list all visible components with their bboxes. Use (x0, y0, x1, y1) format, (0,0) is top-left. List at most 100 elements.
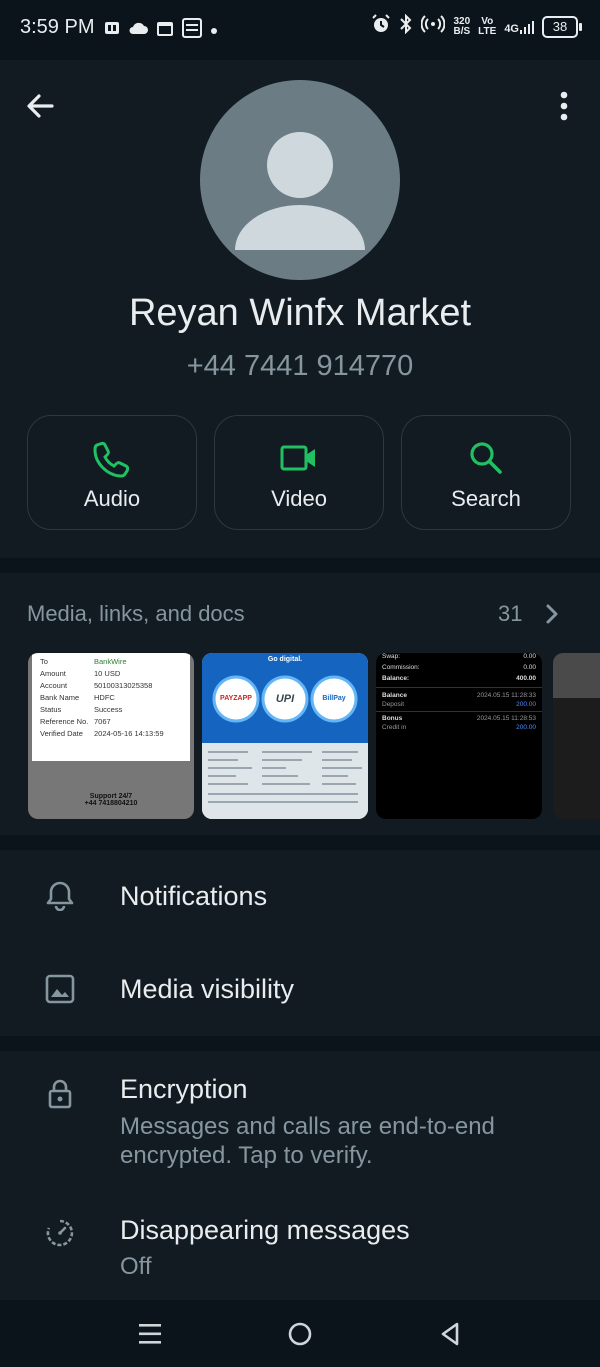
status-left-icons (104, 18, 218, 43)
hotspot-icon (421, 14, 446, 39)
contact-name: Reyan Winfx Market (128, 292, 472, 334)
alarm-icon (371, 14, 391, 39)
battery-icon: 38 (542, 15, 582, 38)
recent-apps-button[interactable] (137, 1321, 163, 1347)
status-time: 3:59 PM (20, 16, 95, 38)
commission-value: 0.00 (523, 664, 536, 671)
encryption-label: Encryption (120, 1074, 248, 1104)
back-triangle-icon (441, 1322, 459, 1346)
dot-icon (210, 22, 218, 40)
entry1-sub: Deposit (382, 701, 405, 708)
billpay-logo: BillPay (322, 695, 346, 702)
entry1-title: Balance (382, 692, 407, 699)
receipt-key: To (40, 657, 48, 666)
net-speed: 320 B/S (453, 15, 471, 37)
battery-level: 38 (552, 19, 568, 34)
system-back-button[interactable] (437, 1321, 463, 1347)
go-digital-heading: Go digital. (267, 656, 303, 663)
media-thumbnail-go-digital[interactable]: Go digital. PAYZAPP UPI BillPay (202, 653, 368, 819)
media-count[interactable]: 31 (498, 601, 522, 627)
media-thumbnail-balance[interactable]: Swap: 0.00 Commission: 0.00 Balance: 400… (376, 653, 542, 819)
home-button[interactable] (287, 1321, 313, 1347)
back-button[interactable] (22, 88, 58, 124)
partial-thumb-top (553, 653, 600, 698)
divider (376, 711, 542, 712)
signal-indicator: 4G (504, 20, 534, 34)
balance-value: 400.00 (516, 675, 536, 682)
signal-icon (520, 20, 534, 34)
entry2-amount: 200.00 (516, 724, 536, 731)
receipt-key: Reference No. (40, 717, 89, 726)
media-visibility-row[interactable]: Media visibility (0, 943, 600, 1036)
receipt-key: Status (40, 705, 62, 714)
receipt-value: BankWire (94, 657, 127, 666)
balance-label: Balance: (382, 675, 410, 682)
receipt-key: Bank Name (40, 693, 80, 702)
entry1-date: 2024.05.15 11:28:33 (476, 692, 536, 699)
go-digital-graphic (202, 653, 368, 819)
payzapp-logo: PAYZAPP (220, 695, 252, 702)
entry2-date: 2024.05.15 11:28:53 (476, 715, 536, 722)
entry2-sub: Credit in (382, 724, 407, 731)
timer-icon (46, 1219, 74, 1247)
volte-bottom: LTE (478, 25, 497, 37)
video-icon (215, 438, 383, 478)
search-button[interactable]: Search (401, 415, 571, 530)
receipt-key: Account (40, 681, 68, 690)
media-thumbnail-partial[interactable] (553, 653, 600, 819)
cloud-icon (128, 21, 148, 40)
media-thumbnail-receipt[interactable]: To BankWire Amount 10 USD Account 501003… (28, 653, 194, 819)
entry1-amount: 200.00 (516, 701, 536, 708)
divider (376, 687, 542, 688)
bluetooth-icon (399, 13, 413, 39)
audio-label: Audio (83, 486, 141, 511)
receipt-card: To BankWire Amount 10 USD Account 501003… (32, 653, 190, 761)
receipt-value: 7067 (94, 717, 111, 726)
calendar-icon (156, 19, 174, 42)
contact-phone: +44 7441 914770 (186, 350, 414, 382)
system-nav-bar (0, 1300, 600, 1367)
commission-label: Commission: (382, 664, 420, 671)
entry2-title: Bonus (382, 715, 403, 722)
phone-icon (28, 438, 196, 478)
search-label: Search (451, 486, 521, 511)
more-options-button[interactable] (552, 88, 576, 124)
receipt-value: 2024-05-16 14:13:59 (94, 729, 164, 738)
receipt-value: HDFC (94, 693, 115, 702)
receipt-footer-line1: Support 24/7 (89, 793, 133, 800)
disappearing-messages-value: Off (120, 1253, 152, 1280)
calendar-2024-icon (182, 18, 202, 43)
app-notification-icon (104, 20, 120, 41)
notifications-row[interactable]: Notifications (0, 850, 600, 943)
contact-avatar[interactable] (200, 80, 400, 280)
swap-value: 0.00 (523, 653, 536, 660)
disappearing-messages-row[interactable]: Disappearing messages Off (0, 1195, 600, 1295)
network-type: 4G (504, 22, 519, 35)
media-visibility-label: Media visibility (120, 974, 295, 1004)
video-call-button[interactable]: Video (214, 415, 384, 530)
receipt-key: Verified Date (40, 729, 83, 738)
receipt-value: 10 USD (94, 669, 121, 678)
net-speed-value: 320 (453, 15, 471, 27)
receipt-footer-line2: +44 7418804210 (84, 800, 138, 807)
media-open-button[interactable] (542, 600, 562, 628)
video-label: Video (271, 486, 327, 511)
receipt-value: 50100313025358 (94, 681, 153, 690)
lock-icon (48, 1079, 72, 1109)
notifications-label: Notifications (120, 881, 268, 911)
receipt-value: Success (94, 705, 123, 714)
status-bar: 3:59 PM 320 B/S Vo LTE 4G 38 (0, 0, 600, 60)
back-arrow-icon (27, 94, 54, 118)
audio-call-button[interactable]: Audio (27, 415, 197, 530)
disappearing-messages-label: Disappearing messages (120, 1215, 410, 1245)
receipt-footer: Support 24/7 +44 7418804210 (28, 793, 194, 807)
upi-logo: UPI (275, 693, 295, 705)
default-person-icon (235, 132, 365, 250)
swap-label: Swap: (382, 653, 401, 660)
media-title[interactable]: Media, links, and docs (27, 601, 245, 627)
image-icon (45, 974, 75, 1004)
more-vert-icon (560, 91, 568, 121)
volte-top: Vo (481, 15, 494, 27)
chevron-right-icon (546, 604, 558, 624)
encryption-row[interactable]: Encryption Messages and calls are end-to… (0, 1051, 600, 1191)
